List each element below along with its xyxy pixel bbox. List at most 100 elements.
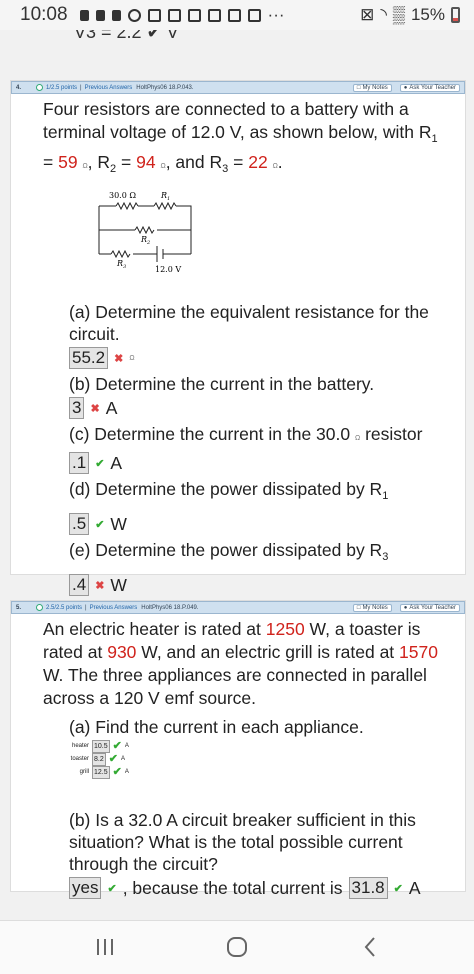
points: 2.5/2.5 points <box>46 604 83 611</box>
mute-icon: ⊠ <box>360 5 375 24</box>
resistor-label-30: 30.0 Ω <box>109 191 136 200</box>
app-icon <box>95 9 105 21</box>
part-a-text: (a) Determine the equivalent resistance … <box>69 302 429 344</box>
part-a-text: (a) Find the current in each appliance. <box>69 717 364 737</box>
table-row: grill 12.5 ✔ A <box>79 766 129 779</box>
grill-watts: 1570 <box>399 642 438 662</box>
incorrect-icon: ✖ <box>95 579 105 592</box>
table-row: heater 10.5 ✔ A <box>71 740 129 753</box>
battery-percent: 15% <box>410 5 445 24</box>
home-button[interactable] <box>225 935 249 959</box>
correct-icon: ✔ <box>95 518 105 531</box>
answer-input[interactable]: 12.5 <box>92 766 110 779</box>
correct-icon: ✔ <box>393 882 403 895</box>
correct-icon: ✔ <box>112 766 122 778</box>
part-c-text: (c) Determine the current in the 30.0 Ω … <box>69 424 423 444</box>
answer-input[interactable]: yes <box>69 877 102 899</box>
question-number: 4. <box>16 84 22 91</box>
calendar-icon <box>247 8 261 22</box>
resistor-label-r3: R3 <box>116 259 126 270</box>
battery-icon <box>451 7 460 23</box>
part-e-text: (e) Determine the power dissipated by R3 <box>69 540 389 563</box>
question-header: 4. 1/2.5 points | Previous Answers HoltP… <box>11 81 465 94</box>
toaster-watts: 930 <box>107 642 137 662</box>
answer-input[interactable]: 8.2 <box>92 753 106 766</box>
points: 1/2.5 points <box>46 84 78 91</box>
alert-icon <box>79 9 89 21</box>
my-notes-button[interactable]: □ My Notes <box>352 83 392 92</box>
question-card-5: 5. 2.5/2.5 points | Previous Answers Hol… <box>10 600 466 899</box>
recent-apps-button[interactable] <box>95 935 115 959</box>
resistor-label-r2: R2 <box>140 235 150 246</box>
correct-icon: ✔ <box>112 740 122 752</box>
chat-icon <box>187 8 201 22</box>
part-b-text: (b) Is a 32.0 A circuit breaker sufficie… <box>69 810 416 874</box>
previous-answers-link[interactable]: Previous Answers <box>90 605 138 611</box>
answer-input[interactable]: 55.2 <box>69 347 109 369</box>
previous-answers-link[interactable]: Previous Answers <box>85 85 133 91</box>
correct-icon: ✔ <box>107 882 117 895</box>
score-icon <box>36 604 43 611</box>
mail-icon <box>207 8 221 22</box>
answer-input[interactable]: 3 <box>69 397 85 419</box>
my-notes-button[interactable]: □ My Notes <box>352 603 392 612</box>
answer-input[interactable]: .5 <box>69 513 90 535</box>
answer-input[interactable]: .4 <box>69 574 90 596</box>
problem-id: HoltPhys06 18.P.049. <box>141 604 199 611</box>
mail-icon <box>147 8 161 22</box>
r1-value: 59 <box>58 152 78 172</box>
correct-icon: ✔ <box>108 753 118 765</box>
signal-icon: ▒ <box>392 5 405 24</box>
system-icons: ⊠ ◝ ▒ 15% <box>360 5 460 25</box>
image-icon <box>227 8 241 22</box>
problem-id: HoltPhys06 18.P.043. <box>136 84 194 91</box>
notification-icons: ··· <box>79 5 285 25</box>
correct-icon: ✔ <box>95 457 105 470</box>
part-b-answer: yes ✔ , because the total current is 31.… <box>69 877 459 899</box>
wifi-icon: ◝ <box>380 5 387 24</box>
smiley-icon <box>127 8 141 22</box>
answer-input[interactable]: .1 <box>69 452 90 474</box>
app-icon <box>111 9 121 21</box>
part-c-answer: .1 ✔ A <box>69 452 459 474</box>
ask-icon: ● <box>403 604 408 611</box>
status-bar: 10:08 ··· ⊠ ◝ ▒ 15% <box>0 0 474 30</box>
question-header: 5. 2.5/2.5 points | Previous Answers Hol… <box>11 601 465 614</box>
clock: 10:08 <box>20 4 68 25</box>
question-text: An electric heater is rated at 1250 W, a… <box>43 619 438 708</box>
heater-watts: 1250 <box>265 619 305 639</box>
ask-teacher-button[interactable]: ● Ask Your Teacher <box>399 603 460 612</box>
table-row: toaster 8.2 ✔ A <box>70 753 125 766</box>
incorrect-icon: ✖ <box>90 402 100 415</box>
r3-value: 22 <box>248 152 268 172</box>
battery-label: 12.0 V <box>155 265 181 274</box>
recent-apps-icon <box>97 939 113 955</box>
part-b-answer: 3 ✖ A <box>69 397 459 419</box>
circuit-diagram: 30.0 Ω R1 R2 R3 12.0 V <box>98 191 192 274</box>
answer-input[interactable]: 31.8 <box>348 877 388 899</box>
part-d-text: (d) Determine the power dissipated by R1 <box>69 479 389 502</box>
previous-question-fragment: V3 = 2.2 ✔ V <box>0 30 474 44</box>
incorrect-icon: ✖ <box>114 352 124 365</box>
r2-value: 94 <box>136 152 156 172</box>
back-button[interactable] <box>362 935 378 959</box>
current-table: heater 10.5 ✔ A toaster 8.2 ✔ A grill 12.5 ✔ A <box>69 740 459 779</box>
navigation-bar <box>0 920 474 974</box>
mail-icon <box>167 8 181 22</box>
question-parts: (a) Find the current in each appliance. … <box>69 716 459 903</box>
question-card-4: 4. 1/2.5 points | Previous Answers HoltP… <box>10 80 466 596</box>
question-parts: (a) Determine the equivalent resistance … <box>69 301 459 600</box>
question-number: 5. <box>16 604 22 611</box>
more-icon: ··· <box>267 5 285 24</box>
part-b-text: (b) Determine the current in the battery… <box>69 374 375 394</box>
part-a-answer: 55.2 ✖ Ω <box>69 347 459 369</box>
part-d-answer: .5 ✔ W <box>69 513 459 535</box>
ask-teacher-button[interactable]: ● Ask Your Teacher <box>399 83 460 92</box>
resistor-label-r1: R1 <box>160 191 170 202</box>
answer-input[interactable]: 10.5 <box>92 740 110 753</box>
score-icon <box>36 84 43 91</box>
notes-icon: □ <box>356 84 361 91</box>
ask-icon: ● <box>403 84 408 91</box>
notes-icon: □ <box>356 604 361 611</box>
part-e-answer: .4 ✖ W <box>69 574 459 596</box>
